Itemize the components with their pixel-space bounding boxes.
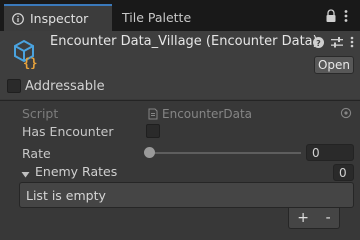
help-icon[interactable]: ?: [313, 36, 324, 51]
has-encounter-label: Has Encounter: [22, 124, 114, 139]
asset-title: Encounter Data_Village (Encounter Data): [50, 34, 318, 49]
settings-sliders-icon[interactable]: [331, 36, 343, 51]
open-button[interactable]: Open: [314, 56, 354, 74]
window-tab-bar: Inspector Tile Palette: [0, 0, 360, 31]
info-icon: [12, 12, 24, 25]
svg-text:?: ?: [316, 39, 321, 48]
tab-tile-palette[interactable]: Tile Palette: [112, 4, 208, 31]
enemy-rates-foldout[interactable]: Enemy Rates: [21, 164, 117, 179]
lock-icon[interactable]: [325, 8, 337, 24]
object-picker-icon: [340, 107, 352, 119]
list-empty-text: List is empty: [26, 187, 106, 203]
list-add-remove-controls: + -: [288, 208, 340, 229]
tab-label: Tile Palette: [122, 10, 192, 25]
scriptable-object-icon: {}: [10, 37, 42, 70]
enemy-rates-list: List is empty: [19, 182, 354, 208]
enemy-rates-count-field[interactable]: 0: [333, 164, 354, 181]
addressable-row: Addressable: [0, 79, 360, 99]
add-element-button[interactable]: +: [297, 210, 309, 226]
has-encounter-checkbox[interactable]: [146, 124, 160, 138]
tab-label: Inspector: [30, 11, 89, 26]
svg-text:{}: {}: [23, 56, 37, 69]
triangle-down-icon: [21, 167, 30, 178]
tab-inspector[interactable]: Inspector: [4, 4, 112, 31]
divider: [0, 100, 360, 101]
script-value: EncounterData: [162, 106, 253, 121]
rate-label: Rate: [22, 146, 51, 161]
rate-value-field[interactable]: 0: [306, 144, 354, 161]
addressable-label: Addressable: [25, 79, 105, 94]
rate-slider-handle[interactable]: [144, 147, 155, 158]
script-label: Script: [22, 106, 59, 121]
rate-slider-track[interactable]: [150, 152, 301, 154]
kebab-menu-icon[interactable]: [350, 36, 354, 51]
addressable-checkbox[interactable]: [7, 79, 21, 93]
kebab-menu-icon[interactable]: [343, 8, 349, 24]
script-file-icon: [147, 108, 159, 120]
remove-element-button[interactable]: -: [326, 210, 331, 226]
enemy-rates-label: Enemy Rates: [35, 164, 118, 179]
inspector-header: {} Encounter Data_Village (Encounter Dat…: [0, 31, 360, 79]
script-object-field: EncounterData: [147, 105, 354, 122]
